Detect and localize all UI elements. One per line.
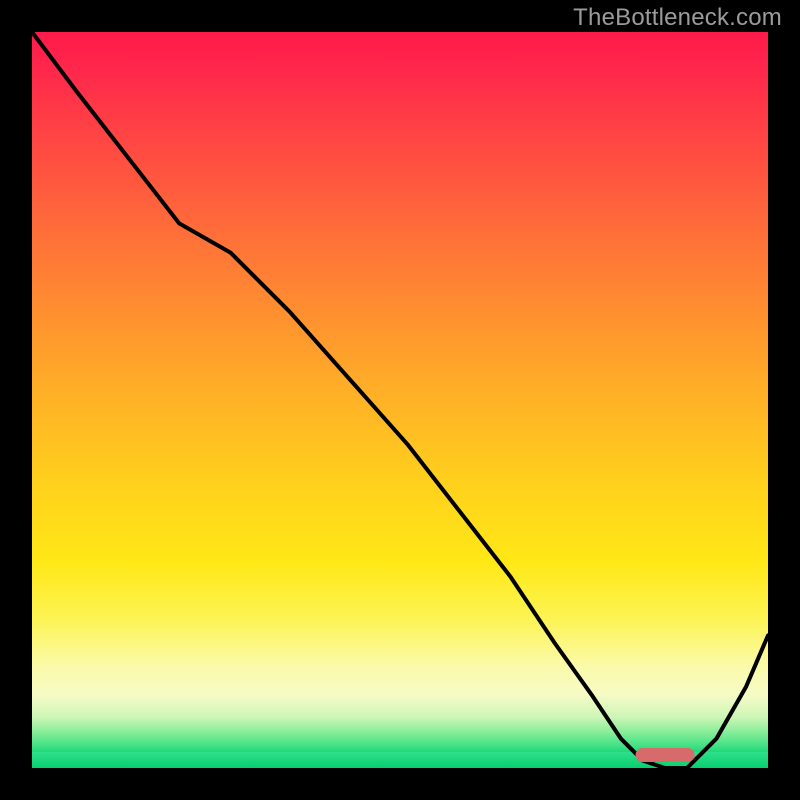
chart-frame: TheBottleneck.com: [0, 0, 800, 800]
curve-path: [32, 32, 768, 768]
plot-area: [32, 32, 768, 768]
bottleneck-curve: [32, 32, 768, 768]
watermark-text: TheBottleneck.com: [573, 4, 782, 32]
optimal-range-marker: [636, 748, 695, 762]
